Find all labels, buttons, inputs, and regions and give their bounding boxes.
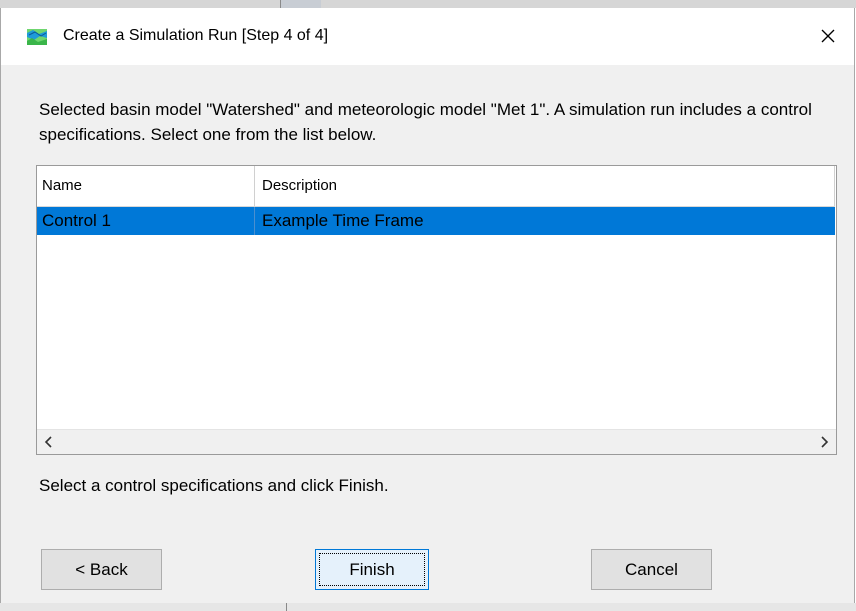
title-bar[interactable]: Create a Simulation Run [Step 4 of 4] bbox=[1, 8, 854, 65]
column-header-name[interactable]: Name bbox=[37, 166, 255, 206]
control-specifications-table: Name Description Control 1 Example Time … bbox=[36, 165, 837, 455]
scroll-left-button[interactable] bbox=[37, 430, 61, 454]
cell-description: Example Time Frame bbox=[262, 211, 424, 230]
background-window-bottom bbox=[0, 603, 856, 611]
cancel-button[interactable]: Cancel bbox=[591, 549, 712, 590]
dialog-title: Create a Simulation Run [Step 4 of 4] bbox=[63, 27, 329, 44]
back-button[interactable]: < Back bbox=[41, 549, 162, 590]
scroll-right-button[interactable] bbox=[812, 430, 836, 454]
horizontal-scrollbar[interactable] bbox=[37, 429, 836, 454]
instruction-message: Selected basin model "Watershed" and met… bbox=[39, 100, 812, 144]
hint-text: Select a control specifications and clic… bbox=[39, 476, 389, 495]
cancel-button-label: Cancel bbox=[625, 559, 678, 579]
hec-hms-landscape-icon bbox=[27, 29, 47, 45]
chevron-left-icon bbox=[44, 436, 52, 448]
create-simulation-run-dialog: Create a Simulation Run [Step 4 of 4] Se… bbox=[0, 8, 855, 603]
column-header-description[interactable]: Description bbox=[255, 166, 835, 206]
cell-name: Control 1 bbox=[37, 207, 255, 235]
close-button[interactable] bbox=[806, 16, 850, 56]
background-window-edge bbox=[280, 0, 321, 8]
table-row[interactable]: Control 1 Example Time Frame bbox=[37, 207, 835, 235]
background-window bbox=[0, 0, 856, 8]
background-window-edge-bottom bbox=[286, 603, 287, 611]
close-icon bbox=[821, 29, 835, 43]
back-button-label: < Back bbox=[75, 559, 128, 579]
finish-button[interactable]: Finish bbox=[315, 549, 429, 590]
finish-button-label: Finish bbox=[349, 559, 395, 579]
chevron-right-icon bbox=[821, 436, 829, 448]
table-header: Name Description bbox=[37, 166, 835, 207]
